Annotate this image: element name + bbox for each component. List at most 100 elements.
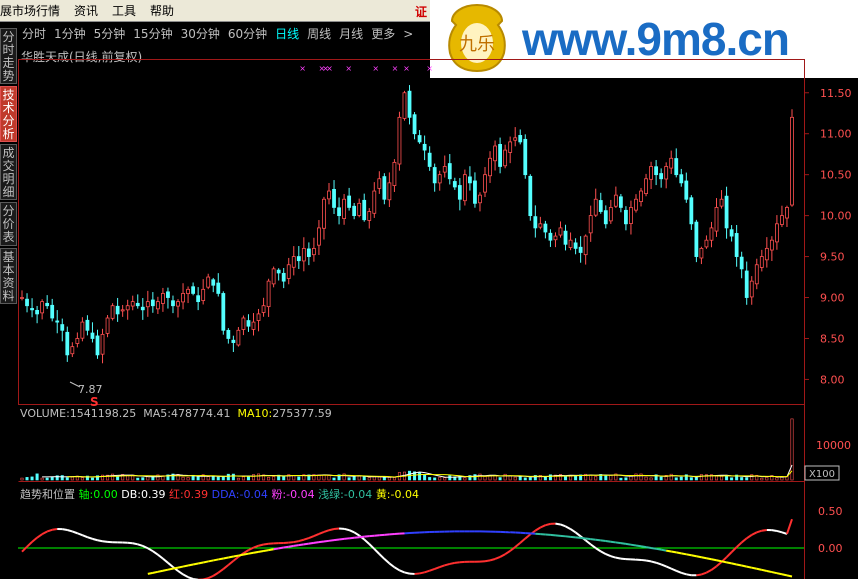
period-more[interactable]: 更多 <box>367 24 399 44</box>
period-15min[interactable]: 15分钟 <box>129 24 176 44</box>
volume-bar <box>50 476 54 481</box>
candle-body <box>634 198 638 211</box>
candle-body <box>719 198 724 207</box>
period-5min[interactable]: 5分钟 <box>90 24 130 44</box>
volume-bar <box>146 476 150 481</box>
candle-body <box>231 339 236 343</box>
period-30min[interactable]: 30分钟 <box>177 24 224 44</box>
chevron-right-icon[interactable]: > <box>399 24 417 44</box>
volume-bar <box>448 475 452 481</box>
indicator-db-segment <box>595 547 602 553</box>
candle-body <box>25 298 29 307</box>
volume-bar <box>423 474 427 481</box>
indicator-trend-segment <box>625 542 632 546</box>
indicator-db-segment <box>212 571 219 577</box>
indicator-trend-segment <box>711 558 717 562</box>
volume-bar <box>508 475 512 481</box>
indicator-trend-segment <box>701 556 707 560</box>
volume-bar <box>392 477 396 481</box>
candle-body <box>553 235 558 241</box>
indicator-db-segment <box>177 570 184 576</box>
candle-body <box>659 173 664 180</box>
indicator-trend-segment <box>364 535 370 538</box>
tab-price-table[interactable]: 分价表 <box>0 202 17 246</box>
indicator-db-segment <box>82 534 88 539</box>
indicator-trend-segment <box>288 544 294 548</box>
signal-mark: × <box>403 64 410 73</box>
candle-body <box>216 282 221 294</box>
indicator-db-segment <box>504 550 511 556</box>
volume-bar <box>80 477 84 481</box>
volume-bar <box>649 477 653 481</box>
candle-body <box>196 295 201 303</box>
candle-body <box>462 174 467 202</box>
candle-body <box>679 174 684 184</box>
period-1min[interactable]: 1分钟 <box>50 24 90 44</box>
indicator-db-segment <box>308 535 315 539</box>
candle-body <box>20 297 24 299</box>
volume-unit: X100 <box>809 469 835 480</box>
menu-news[interactable]: 资讯 <box>67 2 105 19</box>
indicator-db-segment <box>756 529 763 534</box>
volume-bar <box>101 474 105 481</box>
indicator-db-segment <box>650 560 657 564</box>
indicator-trend-segment <box>610 540 616 544</box>
price-tick-label: 11.00 <box>820 128 852 141</box>
candle-body <box>503 149 508 167</box>
candle-body <box>115 305 120 315</box>
candle-body <box>478 194 482 204</box>
indicator-db-segment <box>313 533 320 537</box>
tab-trades[interactable]: 成交明细 <box>0 144 17 200</box>
candle-body <box>221 293 226 331</box>
menu-tools[interactable]: 工具 <box>105 2 143 19</box>
indicator-trend-segment <box>676 551 682 555</box>
period-toolbar: 分时 1分钟 5分钟 15分钟 30分钟 60分钟 日线 周线 月线 更多 > <box>18 24 417 44</box>
indicator-trend-segment <box>786 574 793 578</box>
menu-help[interactable]: 帮助 <box>143 2 181 19</box>
volume-bar <box>418 472 422 481</box>
volume-value: 1541198.25 <box>69 407 137 420</box>
indicator-db-segment <box>147 547 154 553</box>
indicator-trend-segment <box>218 557 224 561</box>
candle-body <box>724 195 729 229</box>
price-tick-label: 8.50 <box>820 332 845 345</box>
indicator-trend-segment <box>187 563 194 567</box>
volume-bar <box>181 476 185 481</box>
menu-market[interactable]: 展市场行情 <box>0 2 67 19</box>
indicator-trend-segment <box>197 561 204 565</box>
tab-fundamentals[interactable]: 基本资料 <box>0 248 17 304</box>
candle-body <box>468 176 472 184</box>
candle-body <box>483 174 487 193</box>
volume-bar <box>715 475 719 481</box>
indicator-trend-segment <box>293 544 299 547</box>
period-daily[interactable]: 日线 <box>271 24 303 44</box>
volume-bar <box>543 477 547 481</box>
volume-bar <box>438 477 442 481</box>
indicator-db-segment <box>71 530 78 535</box>
indicator-db-segment <box>620 557 627 561</box>
candle-body <box>769 239 774 251</box>
indicator-trend-segment <box>338 537 345 541</box>
period-intraday[interactable]: 分时 <box>18 24 50 44</box>
indicator-db-segment <box>399 569 405 574</box>
candle-body <box>488 157 492 177</box>
candle-body <box>372 190 377 214</box>
indicator-db-segment <box>615 556 622 560</box>
candle-body <box>432 167 437 184</box>
indicator-legend: 趋势和位置 轴:0.00 DB:0.39 红:0.39 DDA:-0.04 粉:… <box>20 486 419 502</box>
period-monthly[interactable]: 月线 <box>335 24 367 44</box>
candle-body <box>639 190 643 202</box>
volume-bar <box>322 474 326 481</box>
period-weekly[interactable]: 周线 <box>303 24 335 44</box>
tab-intraday[interactable]: 分时走势 <box>0 28 17 84</box>
indicator-db-segment <box>701 571 707 576</box>
candle-body <box>296 256 301 262</box>
volume-bar <box>463 477 467 481</box>
candle-body <box>397 116 402 165</box>
volume-bar <box>367 477 371 481</box>
candle-body <box>236 329 241 346</box>
menu-right-mark[interactable]: 证 <box>415 3 427 20</box>
tab-technical[interactable]: 技术分析 <box>0 86 17 142</box>
period-60min[interactable]: 60分钟 <box>224 24 271 44</box>
indicator-db-segment <box>162 557 169 564</box>
